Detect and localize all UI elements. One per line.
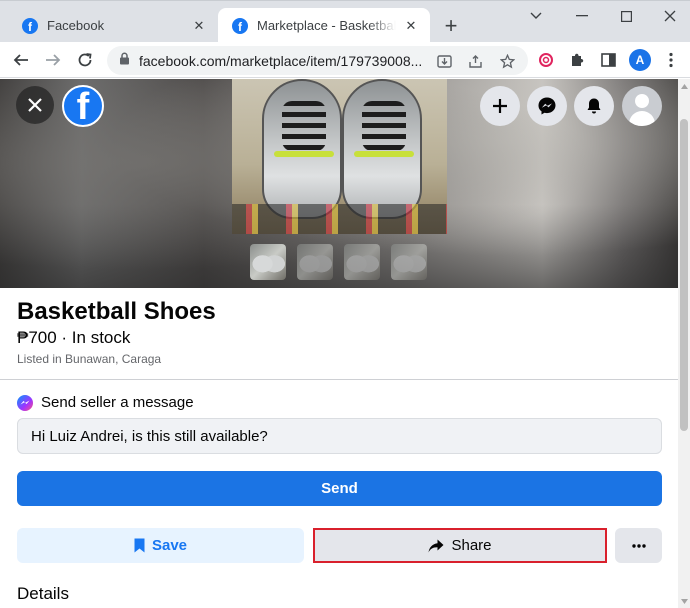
more-dots-icon (631, 543, 646, 548)
thumbnail-2[interactable] (297, 244, 333, 280)
browser-menu-icon[interactable] (657, 46, 685, 74)
close-tab-icon[interactable]: ✕ (402, 17, 420, 35)
send-button[interactable]: Send (17, 471, 662, 506)
facebook-favicon-icon: f (232, 17, 248, 34)
scroll-down-arrow-icon[interactable] (678, 594, 690, 608)
extensions-puzzle-icon[interactable] (563, 46, 591, 74)
plus-icon (493, 99, 507, 113)
photo-thumbnails (250, 244, 427, 280)
send-message-label: Send seller a message (41, 394, 194, 411)
save-button[interactable]: Save (17, 528, 304, 563)
shoe-right-shape (342, 79, 422, 219)
browser-toolbar: facebook.com/marketplace/item/179739008.… (0, 42, 690, 78)
share-page-icon[interactable] (464, 50, 486, 72)
share-button[interactable]: Share (313, 528, 607, 563)
details-heading: Details (17, 584, 69, 603)
divider (0, 379, 678, 380)
messenger-button[interactable] (527, 86, 567, 126)
close-tab-icon[interactable]: ✕ (190, 17, 208, 35)
thumbnail-4[interactable] (391, 244, 427, 280)
listing-details: Basketball Shoes ₱700 · In stock Listed … (0, 288, 678, 608)
thumbnail-3[interactable] (344, 244, 380, 280)
address-bar[interactable]: facebook.com/marketplace/item/179739008.… (107, 46, 528, 75)
thumbnail-1[interactable] (250, 244, 286, 280)
minimize-icon[interactable] (569, 5, 595, 27)
bookmark-star-icon[interactable] (496, 50, 518, 72)
install-app-icon[interactable] (433, 50, 455, 72)
listing-location: Listed in Bunawan, Caraga (17, 352, 162, 366)
close-viewer-button[interactable] (16, 86, 54, 124)
maximize-icon[interactable] (613, 5, 639, 27)
bell-icon (587, 98, 601, 114)
account-avatar[interactable] (622, 86, 662, 126)
message-input[interactable] (17, 418, 662, 454)
tab-facebook[interactable]: f Facebook ✕ (8, 8, 218, 43)
more-options-button[interactable] (615, 528, 662, 563)
lock-icon (119, 52, 130, 70)
new-tab-button[interactable]: + (438, 13, 464, 39)
tab-title: Facebook (47, 18, 105, 33)
listing-price: ₱700 · In stock (17, 328, 131, 347)
close-icon (28, 98, 42, 112)
browser-tab-strip: f Facebook ✕ f Marketplace - Basketball … (0, 0, 690, 43)
back-arrow-icon[interactable] (7, 46, 35, 74)
notifications-button[interactable] (574, 86, 614, 126)
tab-marketplace[interactable]: f Marketplace - Basketball Shoes ✕ (218, 8, 430, 43)
listing-title: Basketball Shoes (17, 298, 216, 325)
profile-avatar[interactable]: A (629, 49, 651, 71)
share-label: Share (451, 537, 492, 554)
create-button[interactable] (480, 86, 520, 126)
reload-icon[interactable] (71, 46, 99, 74)
side-panel-icon[interactable] (594, 46, 622, 74)
tab-title: Marketplace - Basketball Shoes (257, 18, 396, 33)
messenger-icon (538, 97, 556, 115)
scrollbar-thumb[interactable] (680, 119, 688, 431)
window-close-icon[interactable] (657, 5, 683, 27)
shoe-left-shape (262, 79, 342, 219)
shoebox-shape (232, 204, 447, 234)
share-arrow-icon (428, 539, 444, 552)
forward-arrow-icon[interactable] (39, 46, 67, 74)
scroll-up-arrow-icon[interactable] (678, 79, 690, 93)
tab-search-icon[interactable] (523, 5, 549, 27)
facebook-favicon-icon: f (22, 17, 38, 34)
page-scrollbar[interactable] (678, 79, 690, 608)
messenger-icon (17, 394, 33, 411)
save-label: Save (151, 537, 188, 554)
listing-photo[interactable] (232, 79, 447, 234)
facebook-logo-icon[interactable]: f (62, 85, 104, 127)
send-message-heading: Send seller a message (17, 394, 194, 411)
url-text: facebook.com/marketplace/item/179739008.… (139, 52, 423, 69)
bookmark-icon (134, 538, 145, 553)
extension-ring-icon[interactable] (532, 46, 560, 74)
